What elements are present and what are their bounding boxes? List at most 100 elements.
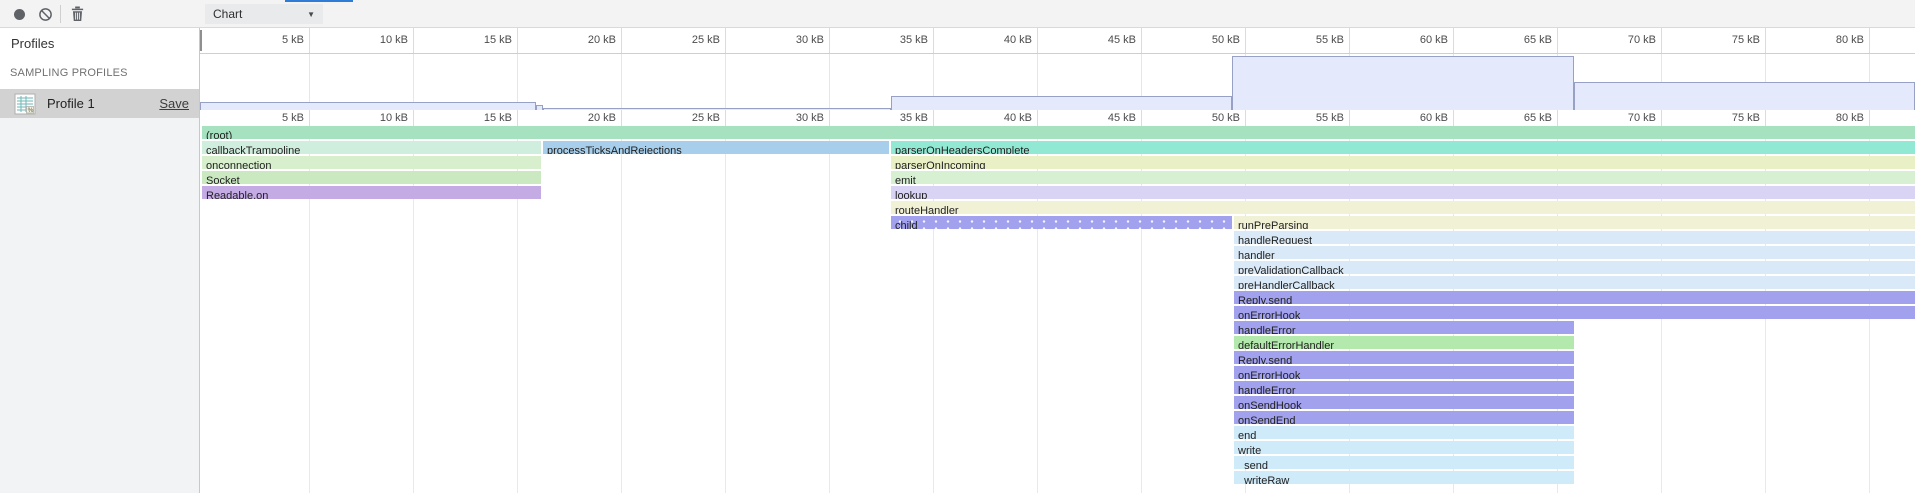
flame-bar-callbackTrampoline[interactable]: callbackTrampoline [202, 141, 541, 154]
flame-bar-label: _writeRaw [1234, 475, 1289, 484]
flame-bar-preValidationCallback[interactable]: preValidationCallback [1234, 261, 1915, 274]
flame-bar-lookup[interactable]: lookup [891, 186, 1915, 199]
flame-gridline [725, 126, 726, 493]
ruler-tick-label: 75 kB [1690, 112, 1760, 124]
chart-view-select[interactable]: Chart ▼ [205, 4, 323, 24]
ruler-gridline [1349, 110, 1350, 126]
ruler-bottom: 5 kB10 kB15 kB20 kB25 kB30 kB35 kB40 kB4… [200, 110, 1915, 126]
flame-bar-parserOnIncoming[interactable]: parserOnIncoming [891, 156, 1915, 169]
ruler-gridline [517, 28, 518, 53]
flame-bar-label: emit [891, 175, 916, 184]
flame-bar-Socket[interactable]: Socket [202, 171, 541, 184]
clear-button[interactable] [34, 3, 56, 25]
ruler-gridline [621, 28, 622, 53]
ruler-gridline [1661, 28, 1662, 53]
ruler-gridline [309, 110, 310, 126]
flame-bar-_send[interactable]: _send [1234, 456, 1574, 469]
devtools-profiler-panel: Chart ▼ Profiles SAMPLING PROFILES [0, 0, 1915, 493]
flame-bar-onErrorHook[interactable]: onErrorHook [1234, 306, 1915, 319]
flame-bar-processTicksAndRejections[interactable]: processTicksAndRejections [543, 141, 889, 154]
ruler-tick-label: 55 kB [1274, 112, 1344, 124]
ruler-tick-label: 80 kB [1794, 34, 1864, 46]
ruler-gridline [1453, 110, 1454, 126]
ruler-gridline [413, 110, 414, 126]
flame-bar-handler[interactable]: handler [1234, 246, 1915, 259]
ruler-tick-label: 20 kB [546, 112, 616, 124]
ruler-tick-label: 30 kB [754, 34, 824, 46]
ruler-top: 5 kB10 kB15 kB20 kB25 kB30 kB35 kB40 kB4… [200, 28, 1915, 54]
flame-bar-onErrorHook[interactable]: onErrorHook [1234, 366, 1574, 379]
flame-bar-parserOnHeadersComplete[interactable]: parserOnHeadersComplete [891, 141, 1915, 154]
profile-icon: % [14, 93, 36, 115]
ruler-tick-label: 60 kB [1378, 34, 1448, 46]
toolbar: Chart ▼ [0, 0, 1915, 28]
ruler-tick-label: 10 kB [338, 34, 408, 46]
flame-bar-label: defaultErrorHandler [1234, 340, 1334, 349]
ruler-tick-label: 25 kB [650, 112, 720, 124]
flame-bar-Readable.on[interactable]: Readable.on [202, 186, 541, 199]
ruler-tick-label: 55 kB [1274, 34, 1344, 46]
flame-bar-Reply.send[interactable]: Reply.send [1234, 351, 1574, 364]
flame-bar-label: (root) [202, 130, 232, 139]
flame-bar-end[interactable]: end [1234, 426, 1574, 439]
ruler-tick-label: 75 kB [1690, 34, 1760, 46]
ruler-tick-label: 50 kB [1170, 112, 1240, 124]
flame-bar-emit[interactable]: emit [891, 171, 1915, 184]
flame-bar-label: end [1234, 430, 1256, 439]
overview-gridline [725, 54, 726, 110]
ruler-tick-label: 70 kB [1586, 112, 1656, 124]
overview-depth-segment [1574, 82, 1915, 110]
ruler-gridline [1557, 28, 1558, 53]
flame-bar-label: runPreParsing [1234, 220, 1308, 229]
flame-bar-_writeRaw[interactable]: _writeRaw [1234, 471, 1574, 484]
save-link[interactable]: Save [159, 96, 189, 111]
flame-bar-label: Reply.send [1234, 355, 1292, 364]
flame-bar-onSendHook[interactable]: onSendHook [1234, 396, 1574, 409]
flame-bar-defaultErrorHandler[interactable]: defaultErrorHandler [1234, 336, 1574, 349]
flame-bar-(root)[interactable]: (root) [202, 126, 1915, 139]
sidebar: Profiles SAMPLING PROFILES % Profile 1 [0, 28, 200, 493]
delete-profile-button[interactable] [66, 3, 88, 25]
flame-bar-onconnection[interactable]: onconnection [202, 156, 541, 169]
sidebar-item-profile-1[interactable]: % Profile 1 Save [0, 89, 199, 118]
flame-bar-label: lookup [891, 190, 927, 199]
view-select-value: Chart [213, 7, 242, 21]
flame-chart[interactable]: (root) callbackTrampolineprocessTicksAndR… [200, 126, 1915, 493]
record-button[interactable] [8, 3, 30, 25]
chevron-down-icon: ▼ [307, 10, 315, 19]
ruler-tick-label: 50 kB [1170, 34, 1240, 46]
flame-bar-handleRequest[interactable]: handleRequest [1234, 231, 1915, 244]
flame-bar-preHandlerCallback[interactable]: preHandlerCallback [1234, 276, 1915, 289]
ruler-gridline [933, 28, 934, 53]
overview-gridline [621, 54, 622, 110]
ruler-tick-label: 30 kB [754, 112, 824, 124]
ruler-tick-label: 65 kB [1482, 34, 1552, 46]
chart-pane: 5 kB10 kB15 kB20 kB25 kB30 kB35 kB40 kB4… [200, 28, 1915, 493]
sampling-profiles-section-title: SAMPLING PROFILES [0, 51, 199, 79]
flame-bar-label: onSendHook [1234, 400, 1302, 409]
flame-bar-onSendEnd[interactable]: onSendEnd [1234, 411, 1574, 424]
ruler-gridline [1453, 28, 1454, 53]
flame-bar-label: onconnection [202, 160, 271, 169]
flame-bar-label: onErrorHook [1234, 370, 1300, 379]
flame-bar-runPreParsing[interactable]: runPreParsing [1234, 216, 1915, 229]
ruler-gridline [829, 28, 830, 53]
flame-bar-Reply.send[interactable]: Reply.send [1234, 291, 1915, 304]
flame-bar-child[interactable]: child [891, 216, 1232, 229]
flame-bar-handleError[interactable]: handleError [1234, 321, 1574, 334]
ruler-gridline [725, 28, 726, 53]
flame-bar-handleError[interactable]: handleError [1234, 381, 1574, 394]
toolbar-separator [60, 5, 61, 23]
overview-depth-segment [200, 102, 536, 110]
overview-pane[interactable] [200, 54, 1915, 111]
flame-bar-label: handleRequest [1234, 235, 1312, 244]
flame-bar-label: onSendEnd [1234, 415, 1296, 424]
ruler-tick-label: 25 kB [650, 34, 720, 46]
flame-bar-write_[interactable]: write_ [1234, 441, 1574, 454]
flame-bar-label: Readable.on [202, 190, 268, 199]
flame-bar-label: _send [1234, 460, 1268, 469]
ruler-gridline [1141, 28, 1142, 53]
ruler-tick-label: 35 kB [858, 34, 928, 46]
flame-bar-routeHandler[interactable]: routeHandler [891, 201, 1915, 214]
ruler-gridline [933, 110, 934, 126]
